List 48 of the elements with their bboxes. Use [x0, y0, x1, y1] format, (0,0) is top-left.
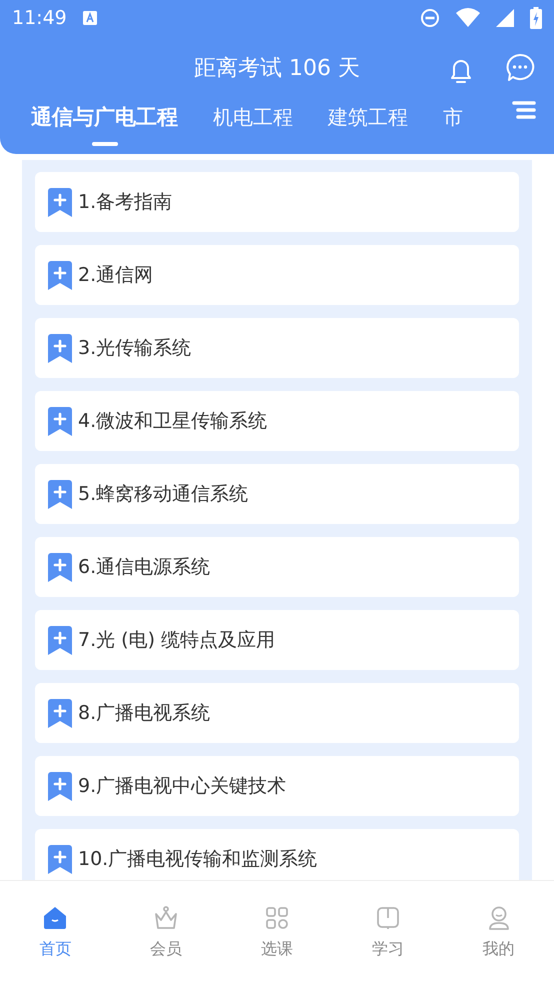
- nav-tab[interactable]: 我的: [443, 881, 554, 984]
- menu-icon[interactable]: [512, 100, 536, 120]
- wifi-icon: [456, 8, 480, 28]
- bookmark-plus-icon: [48, 334, 72, 362]
- chapter-card[interactable]: 3.光传输系统: [35, 318, 519, 378]
- book-icon: [374, 905, 401, 931]
- nav-tab[interactable]: 选课: [222, 881, 332, 984]
- chapter-title: 6.通信电源系统: [78, 554, 210, 580]
- home-icon: [42, 905, 68, 931]
- chapter-card[interactable]: 5.蜂窝移动通信系统: [35, 464, 519, 524]
- chapter-title: 4.微波和卫星传输系统: [78, 408, 268, 434]
- chapter-title: 3.光传输系统: [78, 336, 192, 361]
- exam-countdown: 距离考试 106 天: [194, 54, 360, 82]
- chapter-card[interactable]: 4.微波和卫星传输系统: [35, 391, 519, 451]
- chapter-card[interactable]: 8.广播电视系统: [35, 683, 519, 743]
- bookmark-plus-icon: [48, 698, 72, 728]
- bookmark-plus-icon: [48, 406, 72, 436]
- chapter-card[interactable]: 7.光 (电) 缆特点及应用: [35, 610, 519, 670]
- chapter-title: 5.蜂窝移动通信系统: [78, 482, 248, 507]
- bookmark-plus-icon: [48, 260, 72, 290]
- chapter-card[interactable]: 9.广播电视中心关键技术: [35, 756, 519, 816]
- chapter-card[interactable]: 6.通信电源系统: [35, 537, 519, 597]
- bookmark-plus-icon: [48, 626, 72, 654]
- battery-icon: [530, 7, 542, 29]
- bookmark-plus-icon: [48, 844, 72, 874]
- nav-tab[interactable]: 学习: [332, 881, 444, 984]
- status-time: 11:49: [12, 6, 67, 31]
- chapter-card[interactable]: 1.备考指南: [35, 172, 519, 232]
- grid-icon: [264, 905, 290, 931]
- chat-icon[interactable]: [505, 53, 535, 83]
- crown-icon: [153, 905, 180, 931]
- do-not-disturb-icon: [420, 8, 440, 28]
- chapter-card[interactable]: 2.通信网: [35, 245, 519, 305]
- chapter-title: 8.广播电视系统: [78, 700, 210, 726]
- chapter-card[interactable]: 10.广播电视传输和监测系统: [35, 829, 519, 880]
- chapter-title: 9.广播电视中心关键技术: [78, 774, 286, 799]
- nav-tab[interactable]: 会员: [110, 881, 222, 984]
- signal-icon: [496, 9, 514, 27]
- bookmark-plus-icon: [48, 480, 72, 508]
- keyboard-icon: [82, 11, 97, 25]
- bookmark-plus-icon: [48, 552, 72, 582]
- tab-indicator: [92, 142, 118, 146]
- chapter-title: 1.备考指南: [78, 190, 172, 215]
- chapter-title: 2.通信网: [78, 262, 154, 288]
- chapter-title: 10.广播电视传输和监测系统: [78, 846, 318, 872]
- chapter-title: 7.光 (电) 缆特点及应用: [78, 628, 276, 653]
- bookmark-plus-icon: [48, 772, 72, 800]
- bookmark-plus-icon: [48, 188, 72, 216]
